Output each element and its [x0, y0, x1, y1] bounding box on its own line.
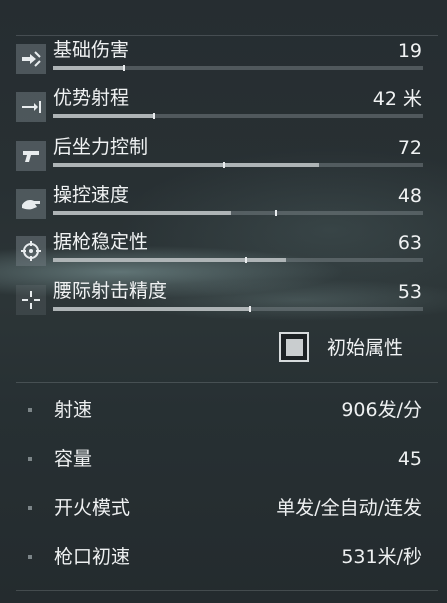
attr-row-muzzle-velocity: 枪口初速 531米/秒 [16, 539, 438, 579]
attr-row-fire-rate: 射速 906发/分 [16, 392, 438, 432]
bullet-icon [28, 457, 32, 461]
stat-label: 操控速度 [53, 184, 130, 206]
hipfire-icon [16, 285, 46, 315]
stat-bar-marker [275, 210, 277, 216]
attr-label: 开火模式 [54, 497, 131, 519]
section-divider [16, 382, 438, 383]
stat-row-recoil-control: 后坐力控制 72 [16, 135, 438, 171]
attr-value: 906发/分 [341, 399, 422, 421]
stat-label: 基础伤害 [53, 39, 130, 61]
stat-bar-fill [53, 258, 287, 262]
attr-value: 单发/全自动/连发 [276, 497, 422, 519]
stat-value: 72 [397, 137, 422, 159]
checkbox-fill [285, 338, 303, 356]
weapon-stats-panel: 基础伤害 19 优势射程 42 米 后坐力控制 72 操控速度 48 据枪稳定性… [0, 0, 447, 603]
stat-row-base-damage: 基础伤害 19 [16, 38, 438, 74]
stat-bar-marker [245, 257, 247, 263]
stat-value: 53 [397, 281, 422, 303]
stat-bar [53, 257, 423, 263]
stat-bar [53, 162, 423, 168]
toggle-label: 初始属性 [327, 337, 404, 359]
checkbox[interactable] [279, 332, 309, 362]
stat-bar-marker [153, 113, 155, 119]
stat-bar [53, 113, 423, 119]
hand-icon [16, 189, 46, 219]
attr-row-capacity: 容量 45 [16, 441, 438, 481]
stat-value: 63 [397, 232, 422, 254]
stat-row-effective-range: 优势射程 42 米 [16, 86, 438, 122]
stat-bar-fill [53, 307, 250, 311]
stat-bar-marker [249, 306, 251, 312]
bullet-icon [28, 506, 32, 510]
crosshair-icon [16, 236, 46, 266]
attr-label: 射速 [54, 399, 93, 421]
stat-row-hipfire-accuracy: 腰际射击精度 53 [16, 279, 438, 315]
stat-label: 后坐力控制 [53, 136, 149, 158]
stat-row-handling-speed: 操控速度 48 [16, 183, 438, 219]
stat-bar-fill [53, 66, 124, 70]
stat-bar [53, 306, 423, 312]
pistol-icon [16, 141, 46, 171]
stat-label: 腰际射击精度 [53, 280, 168, 302]
attr-value: 531米/秒 [341, 546, 422, 568]
stat-value: 42 米 [372, 88, 422, 110]
attr-label: 枪口初速 [54, 546, 131, 568]
stat-bar-fill [53, 114, 153, 118]
damage-icon [16, 44, 46, 74]
bullet-icon [28, 555, 32, 559]
stat-bar-marker [223, 162, 225, 168]
bottom-divider [16, 590, 438, 591]
stat-bar-marker [123, 65, 125, 71]
stat-row-aim-stability: 据枪稳定性 63 [16, 230, 438, 266]
stat-bar-fill [53, 163, 320, 167]
stat-value: 19 [397, 40, 422, 62]
stat-bar-fill [53, 211, 231, 215]
initial-attributes-toggle[interactable]: 初始属性 [279, 332, 429, 366]
attr-label: 容量 [54, 448, 93, 470]
stat-label: 据枪稳定性 [53, 231, 149, 253]
attr-value: 45 [397, 448, 422, 470]
attr-row-fire-mode: 开火模式 单发/全自动/连发 [16, 490, 438, 530]
range-icon [16, 92, 46, 122]
stat-value: 48 [397, 185, 422, 207]
stat-bar [53, 210, 423, 216]
stat-label: 优势射程 [53, 87, 130, 109]
stat-bar [53, 65, 423, 71]
top-divider [16, 35, 438, 36]
bullet-icon [28, 408, 32, 412]
